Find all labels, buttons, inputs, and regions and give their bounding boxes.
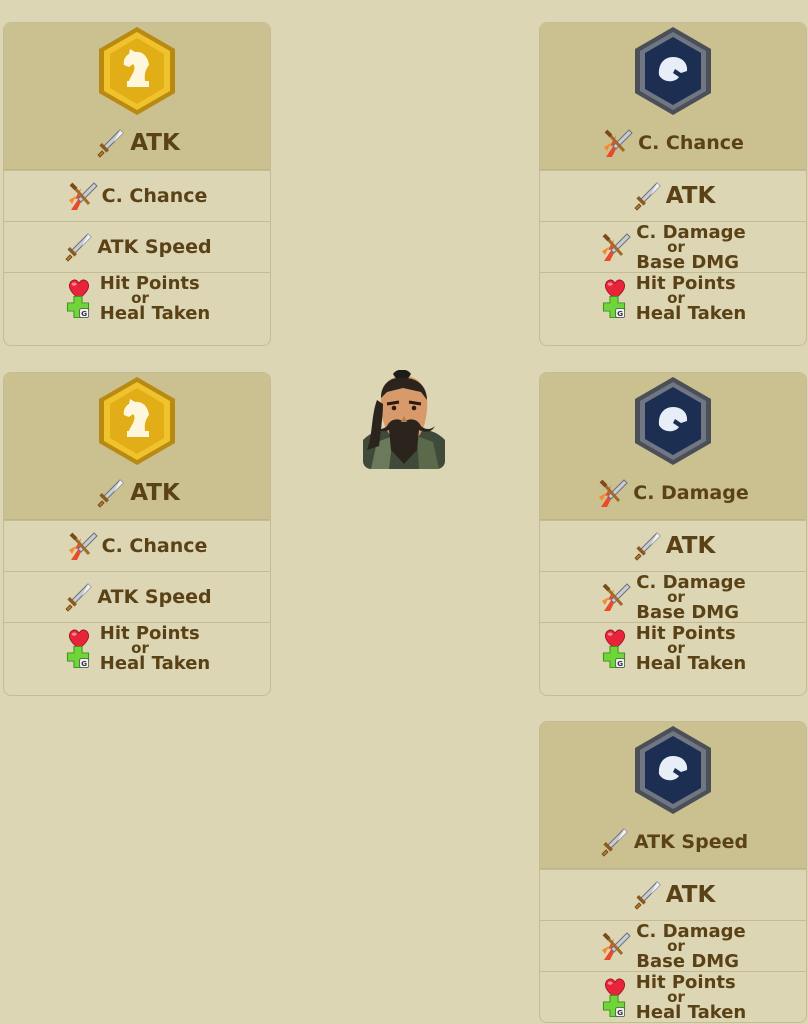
card-header: C. Damage bbox=[540, 373, 806, 520]
substat-label: Hit Points bbox=[635, 622, 736, 644]
substat-label: ATK Speed bbox=[97, 236, 212, 258]
card-header: C. Chance bbox=[540, 23, 806, 170]
sword-icon bbox=[62, 581, 94, 613]
substat-label: Base DMG bbox=[636, 601, 739, 623]
left-card-1: ATK C. Chance ATK Speed Hit Points or He… bbox=[3, 22, 271, 346]
main-stat-label: ATK bbox=[130, 480, 180, 506]
main-stat-label: C. Damage bbox=[633, 482, 749, 504]
left-card-2: ATK C. Chance ATK Speed Hit Points or He… bbox=[3, 372, 271, 696]
substat-label: Hit Points bbox=[99, 622, 200, 644]
card-header: ATK bbox=[4, 373, 270, 520]
substat-row: ATK bbox=[540, 170, 806, 221]
substat-row: C. Chance bbox=[4, 520, 270, 571]
right-card-3: ATK Speed ATK C. Damage or Base DMG Hit … bbox=[539, 721, 807, 1023]
heal-icon bbox=[64, 644, 92, 670]
substat-row: ATK bbox=[540, 869, 806, 920]
substat-label: C. Damage bbox=[636, 571, 746, 593]
substat-row: Hit Points or Heal Taken bbox=[4, 622, 270, 673]
substat-row: ATK Speed bbox=[4, 571, 270, 622]
right-card-2: C. Damage ATK C. Damage or Base DMG Hit … bbox=[539, 372, 807, 696]
substat-row: C. Chance bbox=[4, 170, 270, 221]
card-header: ATK bbox=[4, 23, 270, 170]
heal-icon bbox=[600, 294, 628, 320]
substat-row: ATK bbox=[540, 520, 806, 571]
substat-label: Heal Taken bbox=[99, 302, 211, 324]
sword-icon bbox=[598, 826, 630, 858]
substat-label: C. Damage bbox=[636, 221, 746, 243]
hero-portrait bbox=[363, 370, 445, 469]
substat-row: Hit Points or Heal Taken bbox=[4, 272, 270, 323]
substat-label: ATK bbox=[665, 882, 716, 908]
substat-row: C. Damage or Base DMG bbox=[540, 221, 806, 272]
substat-label: ATK Speed bbox=[97, 586, 212, 608]
substat-label: C. Chance bbox=[101, 535, 208, 557]
heal-icon bbox=[600, 644, 628, 670]
sword-icon bbox=[631, 530, 663, 562]
heal-icon bbox=[64, 294, 92, 320]
substat-label: C. Chance bbox=[101, 185, 208, 207]
substat-label: C. Damage bbox=[636, 920, 746, 942]
main-stat: ATK Speed bbox=[540, 826, 806, 858]
crit-icon bbox=[597, 477, 629, 509]
substat-label: Heal Taken bbox=[635, 1001, 747, 1023]
sword-icon bbox=[94, 477, 126, 509]
substat-row: C. Damage or Base DMG bbox=[540, 571, 806, 622]
substat-label: Hit Points bbox=[99, 272, 200, 294]
substat-label: ATK bbox=[665, 183, 716, 209]
main-stat: C. Chance bbox=[540, 127, 806, 159]
sword-icon bbox=[631, 879, 663, 911]
sword-icon bbox=[631, 180, 663, 212]
main-stat-label: ATK Speed bbox=[633, 831, 749, 853]
crit-icon bbox=[602, 127, 634, 159]
knight-icon bbox=[97, 375, 177, 467]
substat-label: Base DMG bbox=[636, 251, 739, 273]
knight-icon bbox=[97, 25, 177, 117]
substat-label: Heal Taken bbox=[635, 652, 747, 674]
crit-icon bbox=[600, 579, 632, 615]
crit-icon bbox=[600, 928, 632, 964]
substat-label: ATK bbox=[665, 533, 716, 559]
hero-portrait-image bbox=[363, 370, 445, 469]
substat-label: Heal Taken bbox=[635, 302, 747, 324]
right-card-1: C. Chance ATK C. Damage or Base DMG Hit … bbox=[539, 22, 807, 346]
substat-label: Heal Taken bbox=[99, 652, 211, 674]
main-stat: C. Damage bbox=[540, 477, 806, 509]
substat-row: Hit Points or Heal Taken bbox=[540, 272, 806, 323]
main-stat-label: ATK bbox=[130, 130, 180, 156]
substat-label: Hit Points bbox=[635, 272, 736, 294]
crit-icon bbox=[600, 229, 632, 265]
main-stat-label: C. Chance bbox=[638, 132, 744, 154]
crit-icon bbox=[67, 530, 99, 562]
main-stat: ATK bbox=[4, 477, 270, 509]
helmet-icon bbox=[633, 375, 713, 467]
substat-row: C. Damage or Base DMG bbox=[540, 920, 806, 971]
card-header: ATK Speed bbox=[540, 722, 806, 869]
helmet-icon bbox=[633, 724, 713, 816]
crit-icon bbox=[67, 180, 99, 212]
substat-label: Hit Points bbox=[635, 971, 736, 993]
helmet-icon bbox=[633, 25, 713, 117]
substat-row: ATK Speed bbox=[4, 221, 270, 272]
substat-label: Base DMG bbox=[636, 950, 739, 972]
substat-row: Hit Points or Heal Taken bbox=[540, 622, 806, 673]
sword-icon bbox=[94, 127, 126, 159]
heal-icon bbox=[600, 993, 628, 1019]
sword-icon bbox=[62, 231, 94, 263]
substat-row: Hit Points or Heal Taken bbox=[540, 971, 806, 1022]
main-stat: ATK bbox=[4, 127, 270, 159]
